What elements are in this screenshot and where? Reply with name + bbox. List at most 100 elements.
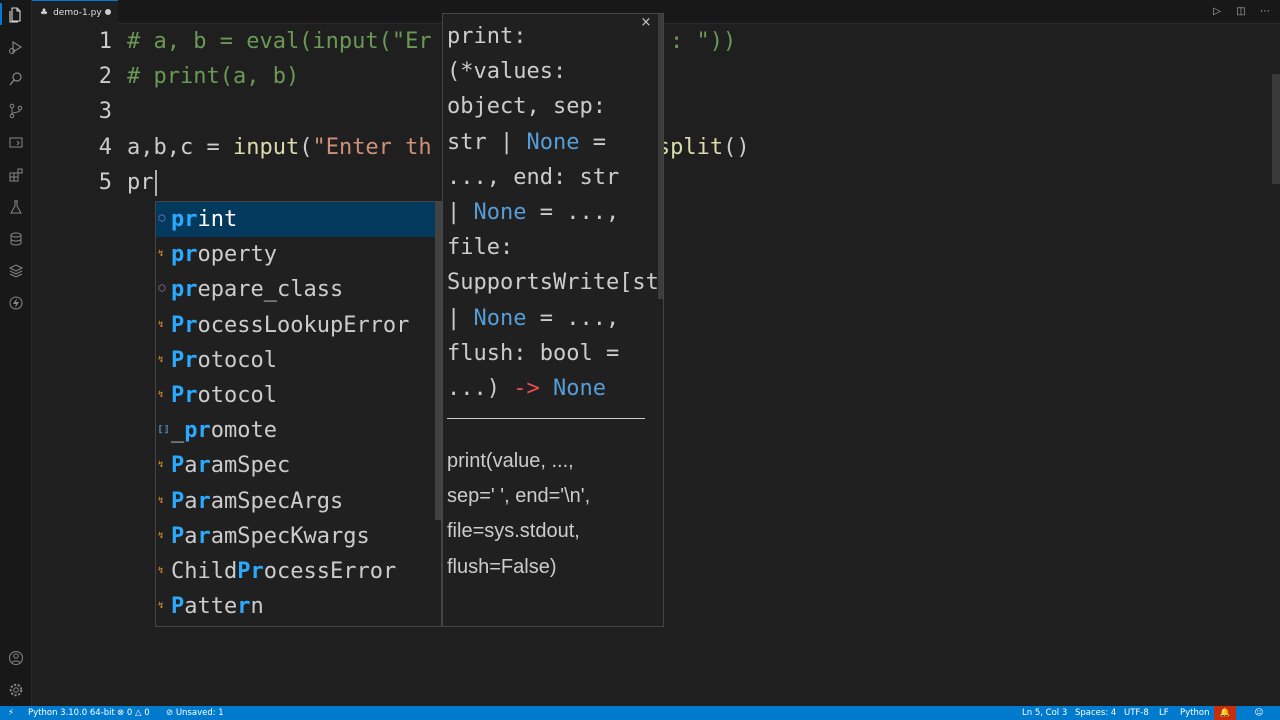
suggestion-item[interactable]: ↯ ParamSpecArgs (156, 484, 441, 519)
suggestion-item[interactable]: ↯ Protocol (156, 378, 441, 413)
database-icon[interactable] (6, 229, 26, 249)
suggestion-text: ocessError (263, 558, 397, 584)
class-kind-icon: ↯ (158, 565, 164, 576)
layers-icon[interactable] (6, 261, 26, 281)
suggest-scrollbar[interactable] (435, 202, 441, 520)
suggestion-text: int (197, 207, 238, 232)
signature-line: | None = ..., (447, 301, 663, 336)
end-of-line[interactable]: LF (1159, 706, 1169, 720)
lightning-icon[interactable] (6, 293, 26, 313)
files-icon[interactable] (6, 5, 26, 25)
code-token: # print(a, b) (127, 64, 300, 90)
signature-line: ..., end: str (447, 160, 663, 195)
account-icon[interactable] (6, 648, 26, 668)
signature-token: object, sep: (447, 94, 606, 120)
class-kind-icon: ↯ (158, 601, 164, 612)
unsaved-icon: ⊘ (166, 708, 174, 718)
code-token: ( (299, 134, 313, 160)
suggestion-match: Pr (171, 312, 198, 338)
unsaved-indicator[interactable]: ⊘ Unsaved: 1 (166, 706, 224, 720)
signature-line: (*values: (447, 54, 663, 89)
more-actions-icon[interactable]: ⋯ (1258, 4, 1272, 18)
extensions-icon[interactable] (6, 165, 26, 185)
suggestion-match: pr (171, 277, 198, 303)
class-kind-icon: ↯ (158, 530, 164, 541)
text-cursor (154, 169, 157, 196)
suggestion-text: Child (171, 558, 238, 584)
code-token: split (656, 134, 724, 160)
code-text: # print(a, b) (127, 59, 299, 94)
suggestion-match: P (171, 523, 185, 549)
suggestion-item[interactable]: ↯ ParamSpecKwargs (156, 519, 441, 554)
suggestion-text: operty (197, 242, 277, 268)
run-python-file-icon[interactable]: ▷ (1210, 4, 1224, 18)
settings-gear-icon[interactable] (6, 680, 26, 700)
run-debug-icon[interactable] (6, 37, 26, 57)
class-kind-icon: ↯ (158, 354, 164, 365)
suggestion-match: pr (171, 207, 198, 232)
suggestion-item[interactable]: ↯ Pattern (156, 589, 441, 624)
split-editor-icon[interactable]: ◫ (1234, 4, 1248, 18)
suggestion-item[interactable]: ↯ ProcessLookupError (156, 308, 441, 343)
close-details-icon[interactable]: × (639, 16, 653, 30)
testing-icon[interactable] (6, 197, 26, 217)
suggestion-match: P (171, 488, 185, 514)
remote-indicator-icon[interactable]: ⚡ (0, 706, 22, 720)
language-mode[interactable]: Python (1180, 706, 1209, 720)
suggestion-item[interactable]: ↯ property (156, 237, 441, 272)
cursor-position[interactable]: Ln 5, Col 3 (1022, 706, 1067, 720)
suggest-widget: ⬡ print ↯ property ⬡ prepare_class ↯ ProcessLoo… (155, 201, 442, 627)
search-icon[interactable] (6, 69, 26, 89)
warning-count: 0 (144, 708, 150, 718)
suggestion-item[interactable]: ⟦⟧ _promote (156, 413, 441, 448)
suggestion-item[interactable]: ↯ Protocol (156, 343, 441, 378)
code-token: input (232, 134, 300, 160)
indentation[interactable]: Spaces: 4 (1075, 706, 1116, 720)
suggestion-item[interactable]: ↯ ParamSpec (156, 448, 441, 483)
signature-token: = (579, 129, 606, 155)
signature-line: object, sep: (447, 89, 663, 124)
suggestion-text: otocol (197, 347, 277, 373)
doc-line: print(value, ..., (447, 450, 574, 472)
line-number: 5 (98, 169, 112, 195)
signature-token: None (473, 305, 527, 331)
suggestion-item[interactable]: ↯ ChildProcessError (156, 554, 441, 589)
signature-text: print: (*values: object, sep: str | None =.… (447, 19, 663, 406)
details-scrollbar[interactable] (658, 14, 663, 299)
signature-token: ...) (447, 376, 514, 402)
suggestion-match: Pr (237, 558, 264, 584)
encoding[interactable]: UTF-8 (1124, 706, 1149, 720)
remote-explorer-icon[interactable] (6, 133, 26, 153)
code-token: # a, b = eval(input("Er (127, 29, 432, 54)
class-kind-icon: ↯ (158, 460, 164, 471)
source-control-icon[interactable] (6, 101, 26, 121)
editor-scrollbar[interactable] (1272, 74, 1280, 184)
suggestion-match: r (197, 453, 211, 479)
suggestion-text: a (184, 453, 198, 479)
method-kind-icon: ⬡ (158, 284, 166, 295)
signature-token: = ..., (526, 200, 620, 226)
suggestion-text: a (184, 523, 198, 549)
docstring-text: print(value, ..., sep=' ', end='\n', file=… (447, 444, 657, 626)
feedback-icon[interactable]: ☺ (1244, 706, 1274, 720)
suggestion-text: n (250, 594, 264, 620)
signature-token: file: (447, 235, 514, 261)
tab-demo-1-py[interactable]: ♣ demo-1.py (32, 0, 118, 24)
signature-token: None (552, 376, 606, 402)
notifications-icon[interactable]: 🔔 (1214, 706, 1236, 720)
suggestion-text: amSpecKwargs (210, 523, 370, 549)
suggest-details-panel: print: (*values: object, sep: str | None =.… (442, 13, 664, 627)
suggestion-item[interactable]: ⬡ print (156, 202, 441, 238)
signature-line: | None = ..., (447, 195, 663, 230)
suggestion-item[interactable]: ⬡ prepare_class (156, 272, 441, 307)
problems-indicator[interactable]: ⊗ 0 △ 0 (117, 706, 150, 720)
code-token: "Enter th (312, 134, 432, 160)
suggestion-match: r (197, 488, 211, 514)
unsaved-dot-icon[interactable] (105, 9, 111, 15)
suggestion-match: P (171, 594, 185, 620)
line-number: 3 (98, 99, 112, 125)
python-interpreter[interactable]: Python 3.10.0 64-bit (28, 706, 115, 720)
code-token: pr (127, 169, 154, 195)
suggestion-match: r (197, 523, 211, 549)
suggestion-match: pr (171, 242, 198, 268)
